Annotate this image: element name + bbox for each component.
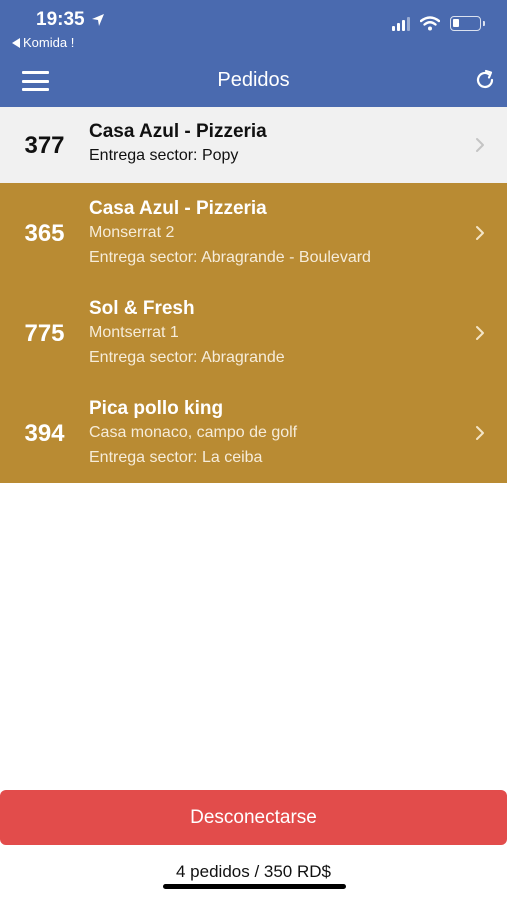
order-number: 377 [24,132,65,159]
delivery-address: Monserrat 2 [89,224,175,241]
order-number: 394 [24,420,65,447]
wifi-icon [420,16,440,31]
back-triangle-icon [12,37,20,48]
orders-summary: 4 pedidos / 350 RD$ [176,862,331,881]
location-arrow-icon [91,14,104,26]
delivery-address: Casa monaco, campo de golf [89,424,298,441]
battery-icon [450,16,485,31]
orders-list: 377 Casa Azul - Pizzeria Entrega sector:… [0,107,507,483]
page-title: Pedidos [217,69,290,91]
order-details: Pica pollo king Casa monaco, campo de go… [89,398,297,470]
cellular-signal-icon [392,16,410,31]
restaurant-name: Sol & Fresh [89,298,195,319]
back-app-label: Komida ! [23,35,75,50]
order-number: 365 [24,220,65,247]
delivery-address: Montserrat 1 [89,324,179,341]
restaurant-name: Casa Azul - Pizzeria [89,121,267,142]
status-time: 19:35 [36,9,85,30]
status-indicators [392,16,485,31]
delivery-sector: Entrega sector: Abragrande [89,349,285,366]
delivery-sector: Entrega sector: La ceiba [89,449,263,466]
restaurant-name: Casa Azul - Pizzeria [89,198,267,219]
status-time-group: 19:35 [36,9,105,31]
chevron-right-icon [476,326,484,340]
order-row[interactable]: 394 Pica pollo king Casa monaco, campo d… [0,383,507,483]
restaurant-name: Pica pollo king [89,398,224,419]
order-details: Casa Azul - Pizzeria Entrega sector: Pop… [89,121,267,168]
order-row[interactable]: 365 Casa Azul - Pizzeria Monserrat 2 Ent… [0,183,507,283]
chevron-right-icon [476,138,484,152]
back-to-app-link[interactable]: Komida ! [12,35,74,50]
order-details: Sol & Fresh Montserrat 1 Entrega sector:… [89,298,285,370]
delivery-sector: Entrega sector: Abragrande - Boulevard [89,249,371,266]
chevron-right-icon [476,426,484,440]
order-details: Casa Azul - Pizzeria Monserrat 2 Entrega… [89,198,371,270]
delivery-sector: Entrega sector: Popy [89,147,239,164]
logout-button[interactable]: Desconectarse [0,790,507,845]
chevron-right-icon [476,226,484,240]
order-number: 775 [24,320,65,347]
home-indicator[interactable] [163,884,346,889]
order-row[interactable]: 775 Sol & Fresh Montserrat 1 Entrega sec… [0,283,507,383]
app-header: 19:35 Komida ! Pedidos [0,0,507,107]
order-row[interactable]: 377 Casa Azul - Pizzeria Entrega sector:… [0,107,507,183]
refresh-icon[interactable] [473,68,497,92]
